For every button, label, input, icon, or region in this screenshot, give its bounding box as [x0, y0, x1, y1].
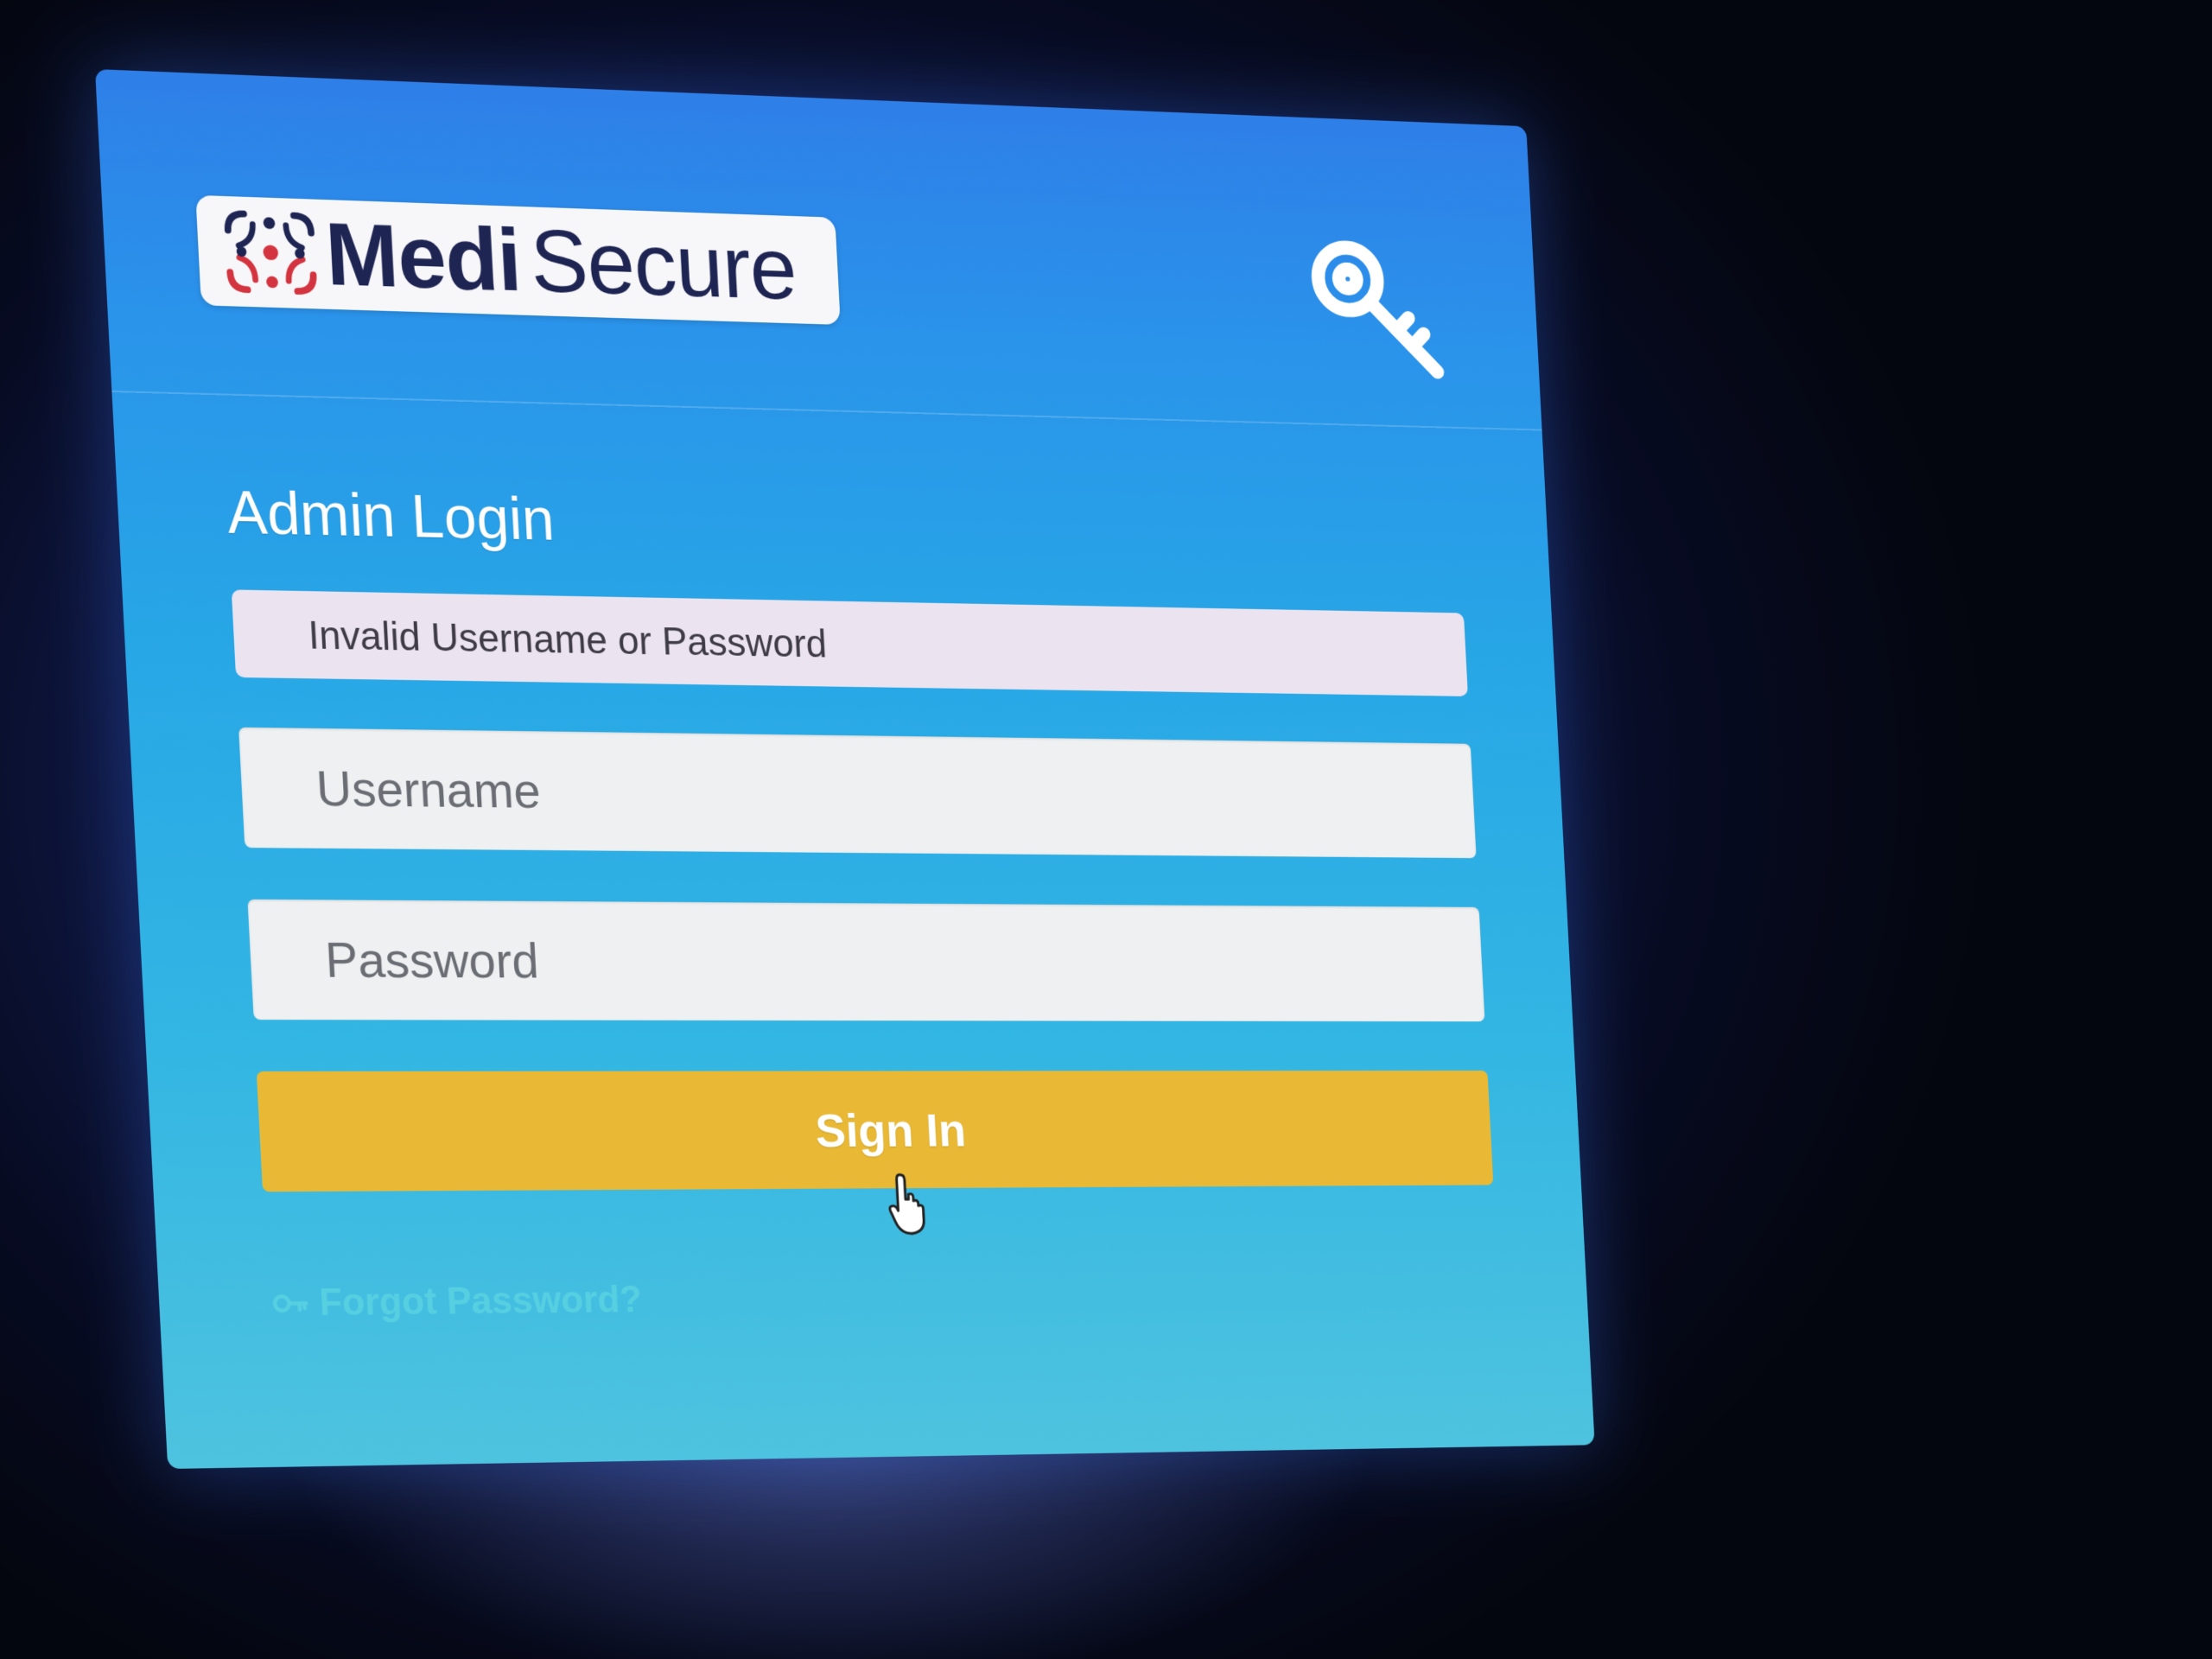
logo-mark-icon: [218, 205, 322, 301]
password-input[interactable]: [247, 899, 1484, 1021]
header-divider: [111, 391, 1541, 431]
brand-name-bold: Medi: [323, 205, 524, 310]
forgot-password-link[interactable]: Forgot Password?: [269, 1279, 643, 1325]
page-title: Admin Login: [226, 478, 556, 553]
brand-name-regular: Secure: [528, 212, 798, 318]
username-input[interactable]: [238, 728, 1477, 858]
username-field[interactable]: [238, 728, 1477, 858]
brand-wordmark: MediSecure: [323, 210, 798, 314]
forgot-password-label: Forgot Password?: [318, 1279, 643, 1325]
error-alert: Invalid Username or Password: [232, 589, 1468, 696]
login-card: MediSecure Admin Login Invalid Username …: [95, 69, 1595, 1469]
key-icon: [1301, 231, 1456, 391]
error-message: Invalid Username or Password: [307, 612, 828, 666]
hand-pointer-cursor-icon: [885, 1172, 937, 1237]
brand-logo: MediSecure: [195, 195, 840, 325]
password-field[interactable]: [247, 899, 1484, 1021]
key-icon: [270, 1283, 311, 1323]
sign-in-button[interactable]: Sign In: [257, 1071, 1494, 1192]
